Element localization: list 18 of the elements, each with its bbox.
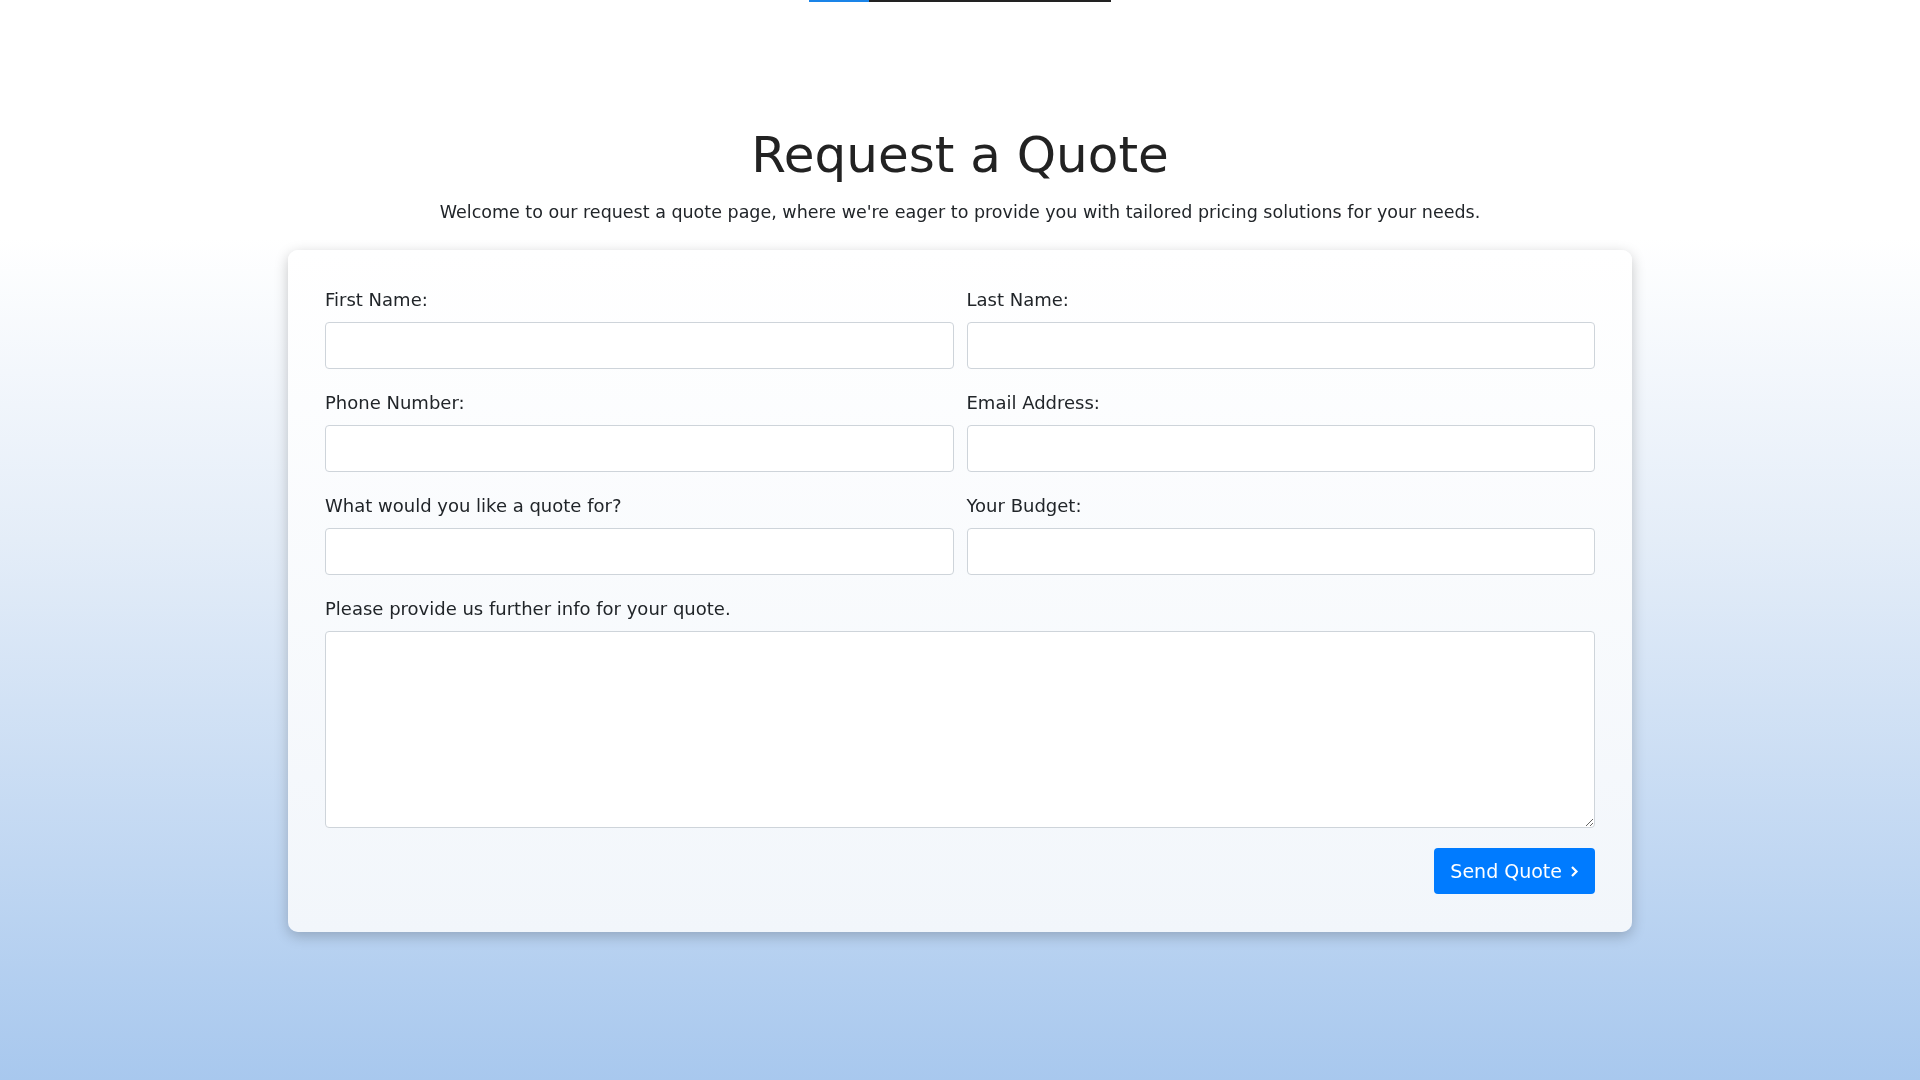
chevron-right-icon [1570, 864, 1579, 878]
page-title: Request a Quote [751, 125, 1169, 186]
field-label: Last Name: [966, 288, 1070, 312]
input-field[interactable] [325, 528, 954, 575]
input-field[interactable] [966, 322, 1595, 369]
textarea-field[interactable] [325, 631, 1595, 828]
field-label: Please provide us further info for your quote. [325, 597, 732, 621]
input-field[interactable] [966, 425, 1595, 472]
page-subtitle: Welcome to our request a quote page, where we're eager to provide you with tailored pricing solutions for your needs. [439, 202, 1481, 222]
input-field[interactable] [325, 322, 954, 369]
input-field[interactable] [325, 425, 954, 472]
field-label: Your Budget: [966, 494, 1083, 518]
field-label: First Name: [325, 288, 429, 312]
send-quote-button[interactable]: Send Quote [1434, 848, 1595, 894]
field-label: What would you like a quote for? [325, 494, 623, 518]
field-label: Phone Number: [325, 391, 466, 415]
field-label: Email Address: [966, 391, 1101, 415]
input-field[interactable] [966, 528, 1595, 575]
